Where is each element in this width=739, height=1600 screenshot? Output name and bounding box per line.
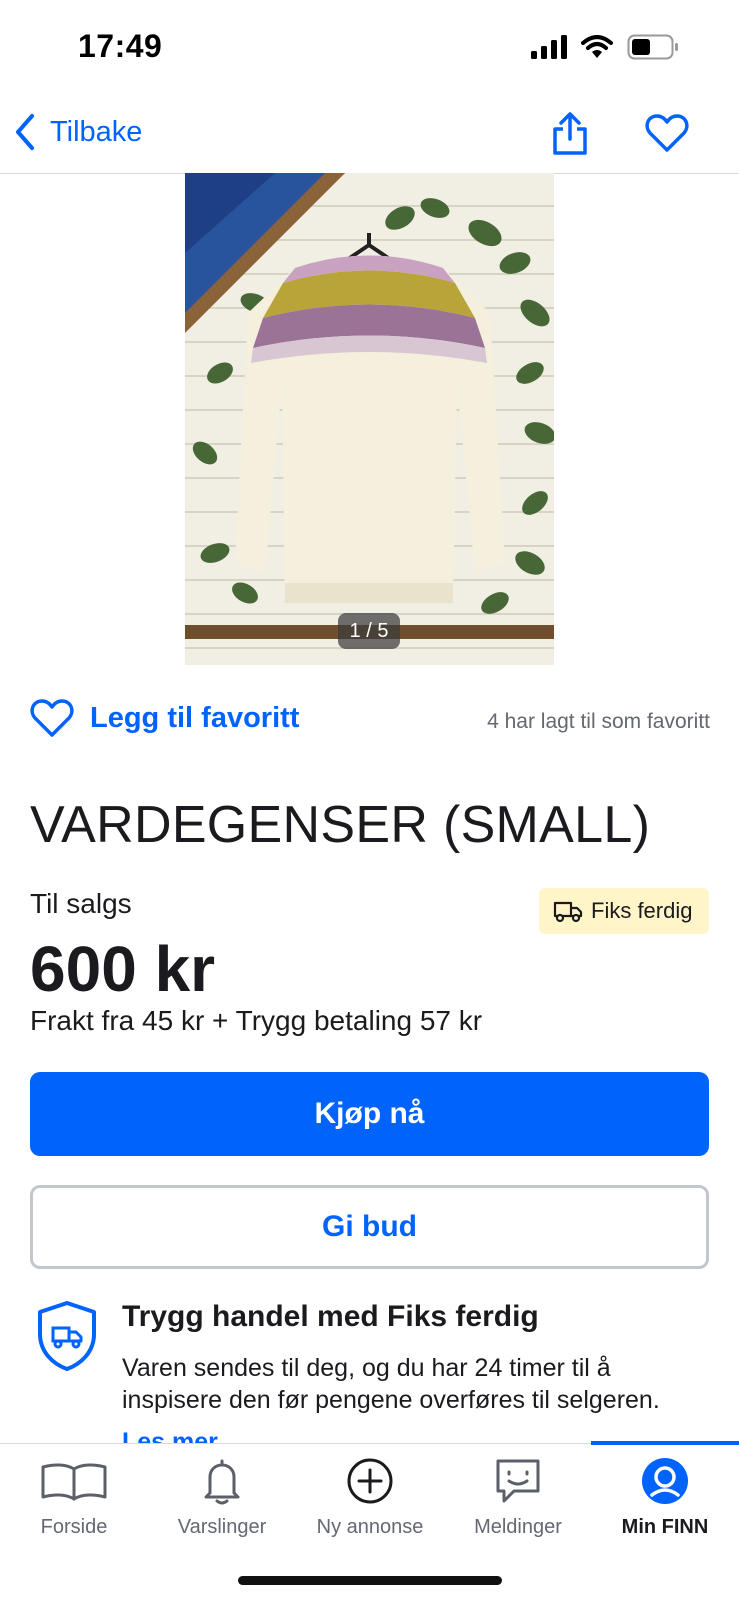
tab-varslinger[interactable]: Varslinger [148,1454,296,1544]
tab-label: Forside [40,1516,108,1538]
tab-label: Varslinger [177,1516,267,1538]
make-bid-button[interactable]: Gi bud [30,1185,709,1269]
heart-icon [30,699,74,737]
tab-label: Ny annonse [316,1516,424,1538]
tab-ny-annonse[interactable]: Ny annonse [296,1454,444,1544]
add-favorite-label: Legg til favoritt [90,701,300,734]
heart-icon [645,114,689,152]
listing-title: VARDEGENSER (SMALL) [30,796,651,854]
buy-now-button[interactable]: Kjøp nå [30,1072,709,1156]
tab-label: Meldinger [474,1516,562,1538]
favorite-count: 4 har lagt til som favoritt [487,710,710,733]
product-image[interactable]: 1 / 5 [185,173,554,665]
trust-text: Varen sendes til deg, og du har 24 timer… [122,1354,660,1414]
wifi-icon [581,35,613,58]
tab-label: Min FINN [621,1516,709,1538]
bell-icon [204,1459,240,1505]
trust-section: Trygg handel med Fiks ferdig Varen sende… [30,1300,710,1443]
tab-forside[interactable]: Forside [0,1454,148,1544]
tab-min-finn[interactable]: Min FINN [591,1454,739,1544]
battery-icon [627,34,678,60]
home-indicator [238,1576,502,1585]
shield-truck-icon [38,1301,96,1371]
nav-bar: Tilbake [0,100,739,174]
status-time: 17:49 [78,28,163,64]
favorite-top-button[interactable] [642,110,692,156]
status-bar: 17:49 [0,0,739,100]
back-button[interactable]: Tilbake [14,110,142,154]
fiks-badge-label: Fiks ferdig [591,898,693,923]
active-tab-indicator [591,1441,739,1445]
chat-icon [496,1459,540,1503]
image-counter: 1 / 5 [338,613,400,649]
profile-icon [642,1458,688,1504]
book-icon [41,1463,107,1501]
add-favorite-button[interactable]: Legg til favoritt [30,698,299,738]
shipping-info: Frakt fra 45 kr + Trygg betaling 57 kr [30,1005,483,1036]
chevron-left-icon [16,114,34,150]
back-label: Tilbake [50,115,143,148]
sale-label: Til salgs [30,888,132,919]
favorite-row: Legg til favoritt 4 har lagt til som fav… [30,698,710,744]
truck-icon [553,901,583,923]
read-more-link[interactable]: Les mer [122,1428,218,1443]
share-button[interactable] [548,108,592,158]
sweater-photo [185,173,554,665]
price: 600 kr [30,933,216,1005]
tab-meldinger[interactable]: Meldinger [444,1454,592,1544]
trust-title: Trygg handel med Fiks ferdig [122,1300,539,1333]
fiks-ferdig-badge: Fiks ferdig [539,888,709,934]
share-icon [553,112,587,155]
status-icons [531,34,679,60]
plus-circle-icon [347,1458,393,1504]
signal-icon [531,35,567,59]
